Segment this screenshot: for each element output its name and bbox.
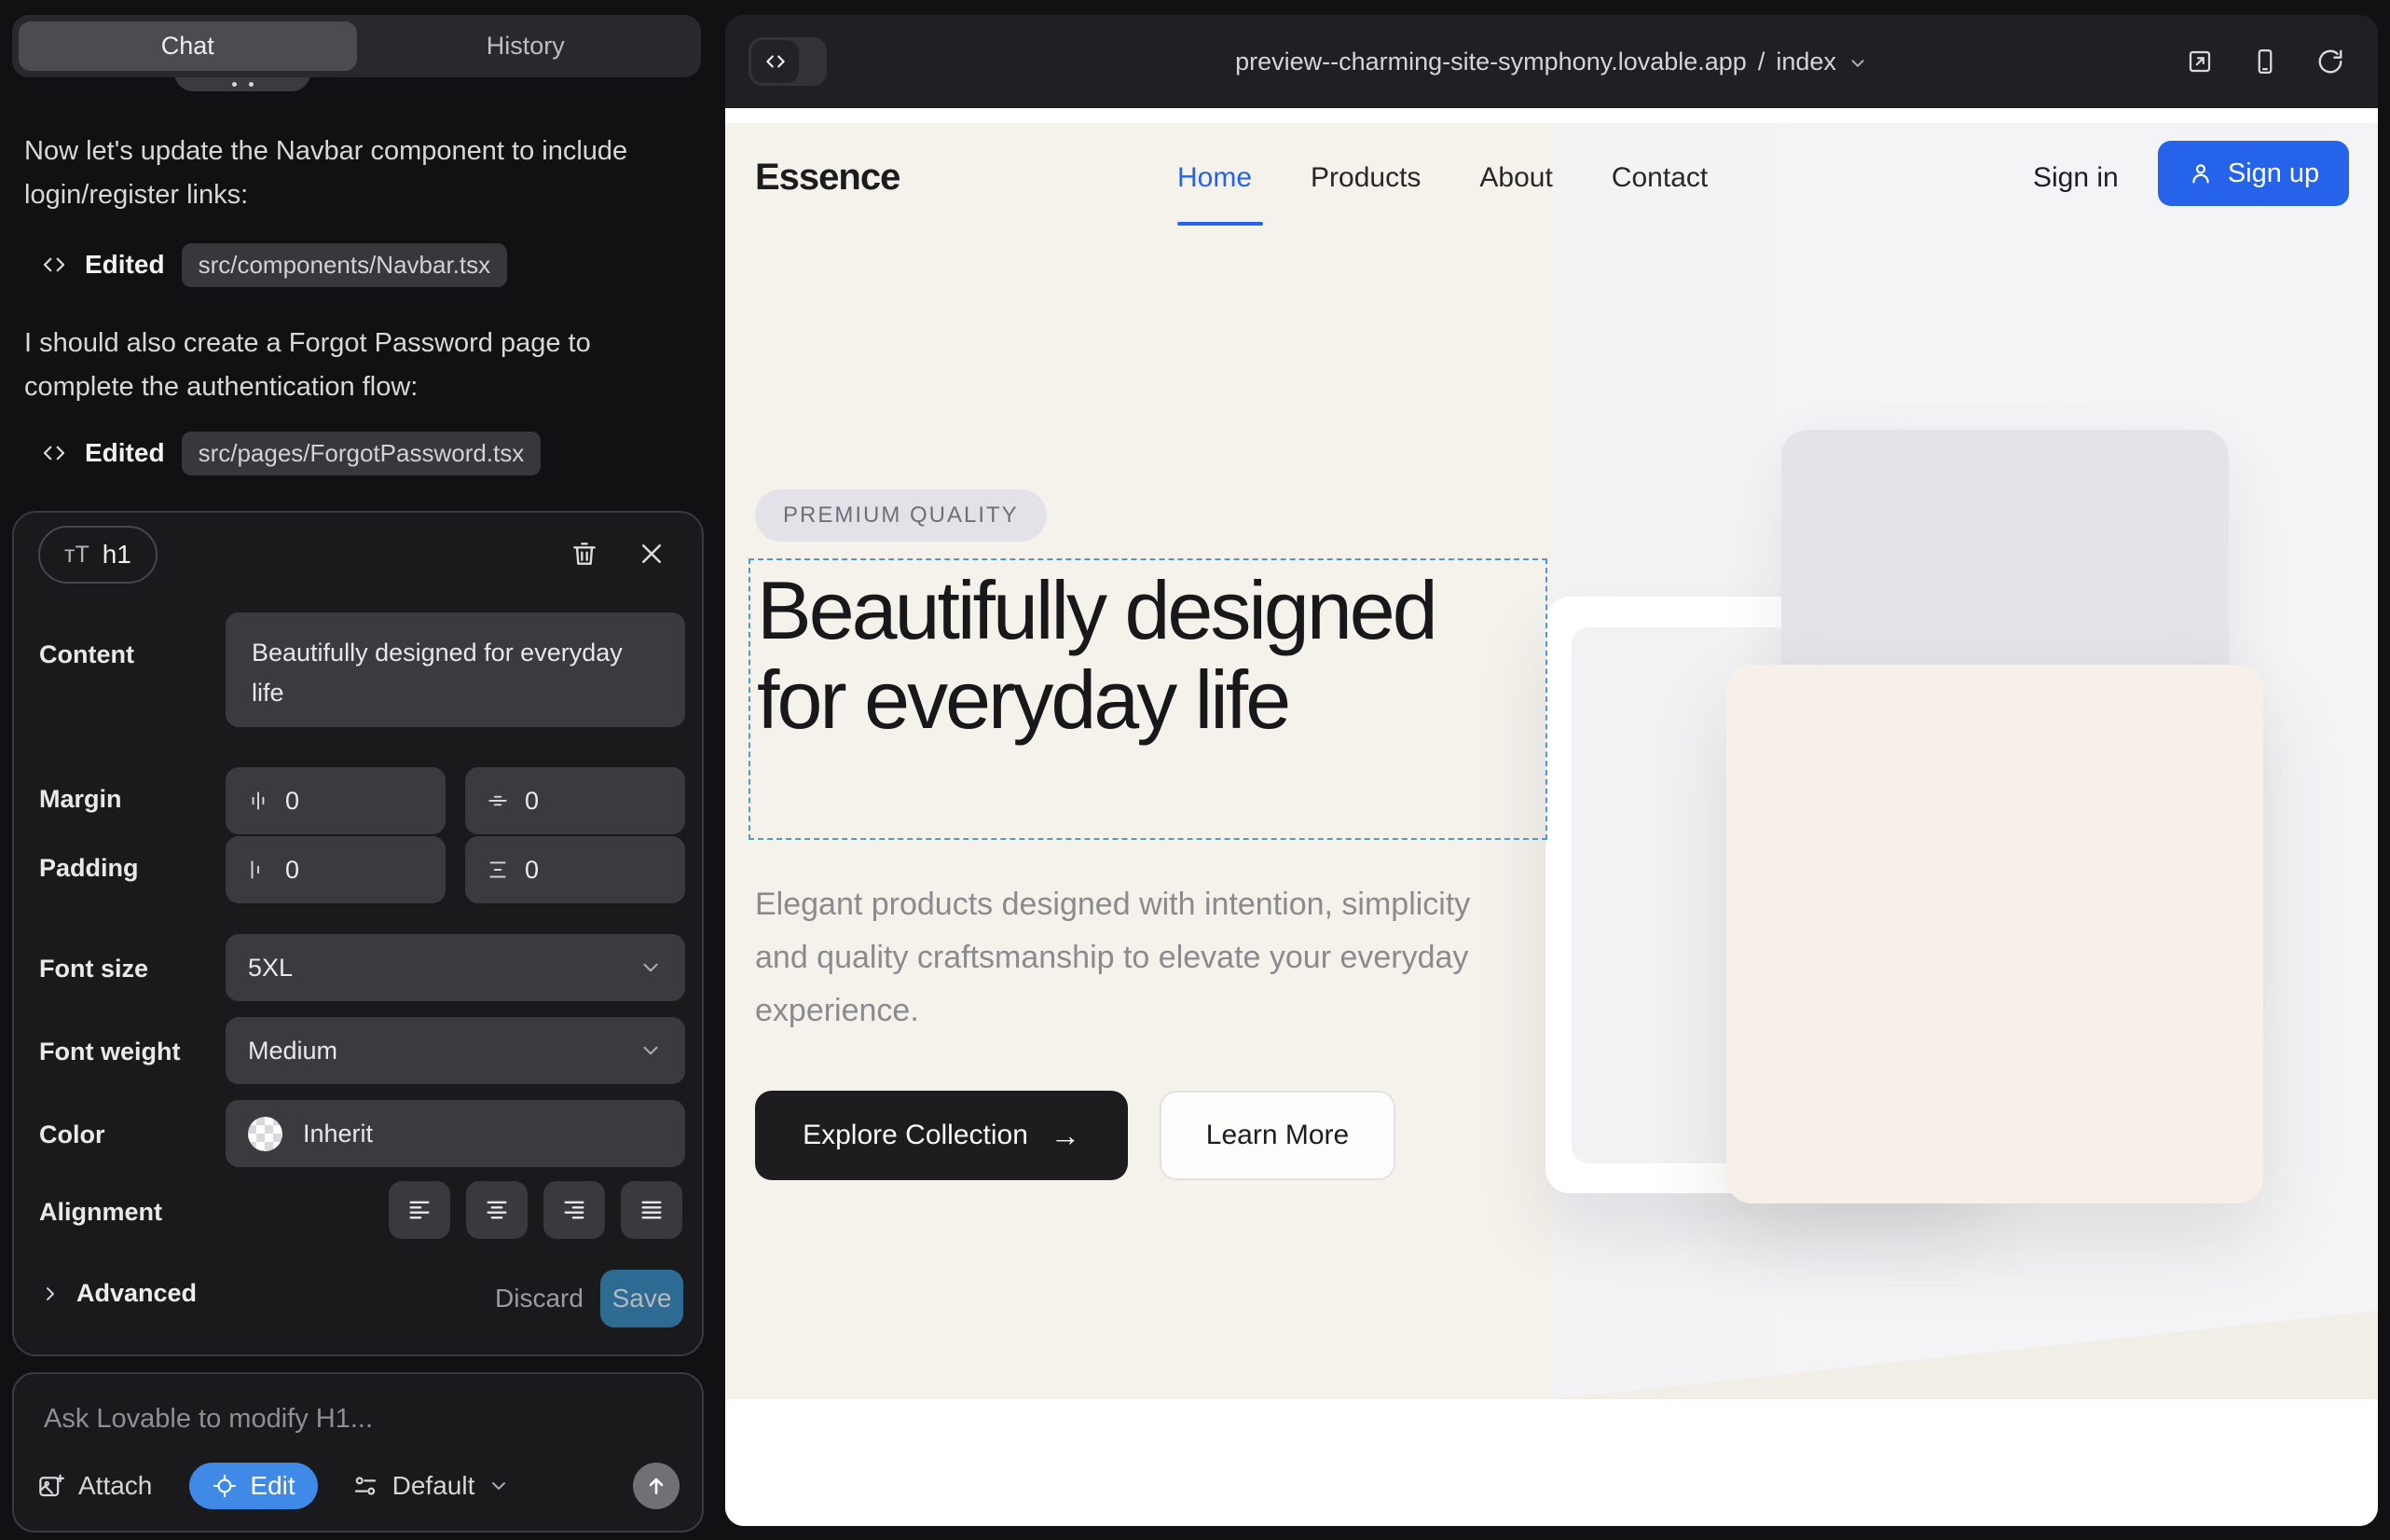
align-center-button[interactable] bbox=[466, 1181, 528, 1239]
open-in-new-tab-icon[interactable] bbox=[2186, 48, 2214, 76]
code-icon bbox=[40, 251, 68, 279]
chat-input-box[interactable]: Ask Lovable to modify H1... Attach Edit … bbox=[12, 1372, 704, 1533]
alignment-buttons bbox=[389, 1181, 682, 1239]
chevron-right-icon bbox=[39, 1283, 62, 1305]
refresh-icon[interactable] bbox=[2316, 48, 2344, 76]
alignment-label: Alignment bbox=[39, 1198, 162, 1227]
font-weight-select[interactable]: Medium bbox=[226, 1017, 685, 1084]
site-viewport: PREMIUM QUALITY Beautifully designed for… bbox=[725, 108, 2378, 1526]
font-size-select[interactable]: 5XL bbox=[226, 934, 685, 1001]
edited-file-row: Edited src/pages/ForgotPassword.tsx bbox=[40, 433, 541, 474]
page-name: index bbox=[1776, 48, 1836, 76]
discard-button[interactable]: Discard bbox=[480, 1272, 598, 1325]
tab-history[interactable]: History bbox=[357, 21, 695, 71]
margin-x-input[interactable]: 0 bbox=[226, 767, 446, 834]
margin-horizontal-icon bbox=[246, 789, 270, 813]
hero-section: PREMIUM QUALITY Beautifully designed for… bbox=[725, 123, 2378, 1399]
font-size-label: Font size bbox=[39, 955, 148, 983]
code-icon bbox=[40, 439, 68, 467]
element-tag-label: h1 bbox=[103, 540, 131, 570]
learn-more-button[interactable]: Learn More bbox=[1160, 1091, 1395, 1180]
hero-heading[interactable]: Beautifully designed for everyday life bbox=[757, 566, 1531, 745]
hero-cta-row: Explore Collection → Learn More bbox=[755, 1091, 1395, 1180]
chat-input-placeholder: Ask Lovable to modify H1... bbox=[44, 1404, 373, 1435]
explore-collection-button[interactable]: Explore Collection → bbox=[755, 1091, 1128, 1180]
margin-vertical-icon bbox=[486, 789, 510, 813]
code-preview-toggle[interactable] bbox=[749, 37, 827, 86]
color-swatch bbox=[248, 1117, 282, 1151]
padding-label: Padding bbox=[39, 854, 139, 883]
chat-message: Now let's update the Navbar component to… bbox=[24, 130, 667, 217]
arrow-up-icon bbox=[644, 1474, 668, 1498]
delete-element-button[interactable] bbox=[564, 533, 605, 574]
path-separator: / bbox=[1758, 48, 1765, 76]
site-navbar: Essence Home Products About Contact Sign… bbox=[725, 136, 2378, 229]
nav-link-products[interactable]: Products bbox=[1311, 162, 1421, 194]
margin-y-input[interactable]: 0 bbox=[465, 767, 685, 834]
code-icon[interactable] bbox=[751, 40, 799, 83]
sign-up-button[interactable]: Sign up bbox=[2158, 141, 2349, 206]
site-logo[interactable]: Essence bbox=[755, 157, 900, 199]
edited-label: Edited bbox=[85, 250, 165, 280]
nav-link-contact[interactable]: Contact bbox=[1612, 162, 1708, 194]
sidebar-tabs: Chat History bbox=[12, 15, 701, 77]
color-label: Color bbox=[39, 1121, 105, 1149]
file-path-badge[interactable]: src/components/Navbar.tsx bbox=[182, 243, 508, 287]
selected-element-tag[interactable]: тT h1 bbox=[38, 526, 158, 584]
padding-y-input[interactable]: 0 bbox=[465, 836, 685, 903]
padding-x-input[interactable]: 0 bbox=[226, 836, 446, 903]
attach-button[interactable]: Attach bbox=[36, 1471, 152, 1501]
chat-message: I should also create a Forgot Password p… bbox=[24, 322, 667, 409]
edited-label: Edited bbox=[85, 438, 165, 468]
preview-url: preview--charming-site-symphony.lovable.… bbox=[1235, 48, 1747, 76]
nav-link-home[interactable]: Home bbox=[1177, 162, 1252, 194]
edited-file-row: Edited src/components/Navbar.tsx bbox=[40, 244, 507, 285]
align-justify-button[interactable] bbox=[621, 1181, 682, 1239]
hero-description: Elegant products designed with intention… bbox=[755, 878, 1482, 1038]
font-weight-label: Font weight bbox=[39, 1038, 180, 1066]
send-button[interactable] bbox=[633, 1463, 680, 1509]
browser-topbar: preview--charming-site-symphony.lovable.… bbox=[725, 15, 2378, 108]
chevron-down-icon bbox=[488, 1475, 510, 1497]
preview-browser-frame: preview--charming-site-symphony.lovable.… bbox=[725, 15, 2378, 1526]
file-path-badge[interactable]: src/pages/ForgotPassword.tsx bbox=[182, 432, 542, 475]
chevron-down-icon bbox=[1847, 53, 1868, 74]
align-right-button[interactable] bbox=[543, 1181, 605, 1239]
nav-link-about[interactable]: About bbox=[1479, 162, 1552, 194]
padding-vertical-icon bbox=[486, 858, 510, 882]
attach-image-icon bbox=[36, 1472, 64, 1500]
user-icon bbox=[2188, 160, 2214, 186]
target-icon bbox=[212, 1473, 238, 1499]
mobile-view-icon[interactable] bbox=[2251, 48, 2279, 76]
align-left-button[interactable] bbox=[389, 1181, 450, 1239]
page-below-hero bbox=[725, 1399, 2378, 1526]
hero-badge: PREMIUM QUALITY bbox=[755, 489, 1047, 542]
save-button[interactable]: Save bbox=[600, 1270, 683, 1327]
margin-label: Margin bbox=[39, 785, 122, 814]
advanced-expander[interactable]: Advanced bbox=[39, 1279, 197, 1308]
content-label: Content bbox=[39, 640, 134, 669]
close-icon[interactable] bbox=[631, 533, 672, 574]
element-editor-panel: тT h1 Content Beautifully designed for e… bbox=[12, 511, 704, 1356]
sign-in-link[interactable]: Sign in bbox=[2033, 162, 2119, 194]
decorative-card-cream bbox=[1726, 665, 2263, 1203]
content-textarea[interactable]: Beautifully designed for everyday life bbox=[226, 612, 685, 727]
url-bar[interactable]: preview--charming-site-symphony.lovable.… bbox=[1235, 48, 1868, 76]
padding-horizontal-icon bbox=[246, 858, 270, 882]
model-mode-select[interactable]: Default bbox=[351, 1471, 511, 1501]
chevron-down-icon bbox=[639, 1038, 663, 1063]
active-nav-underline bbox=[1177, 222, 1263, 226]
typography-icon: тT bbox=[64, 542, 89, 569]
chevron-down-icon bbox=[639, 956, 663, 980]
color-select[interactable]: Inherit bbox=[226, 1100, 685, 1167]
tab-chat[interactable]: Chat bbox=[19, 21, 357, 71]
lovable-workspace: Chat History Now let's update the Navbar… bbox=[0, 0, 2390, 1540]
arrow-right-icon: → bbox=[1051, 1119, 1080, 1153]
hero-decorative-wedge bbox=[1550, 1311, 2378, 1399]
h1-selection-outline[interactable]: Beautifully designed for everyday life bbox=[749, 558, 1547, 840]
sliders-icon bbox=[351, 1472, 379, 1500]
edit-mode-button[interactable]: Edit bbox=[189, 1463, 317, 1509]
